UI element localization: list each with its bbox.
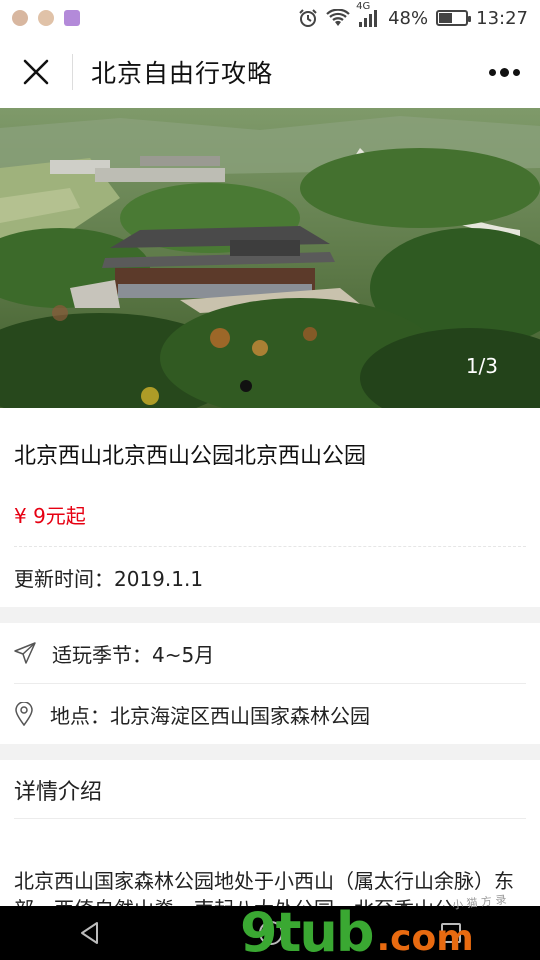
more-icon-dot xyxy=(512,68,520,76)
price: ¥ 9元起 xyxy=(14,504,86,528)
location-pin-icon xyxy=(15,702,33,726)
wifi-icon xyxy=(326,9,350,26)
more-icon-dot xyxy=(499,67,509,77)
image-counter: 1/3 xyxy=(465,354,498,378)
app-notification-icon xyxy=(12,10,28,26)
gallery-notification-icon xyxy=(64,10,80,26)
page-title: 北京自由行攻略 xyxy=(91,59,274,88)
close-button[interactable] xyxy=(0,36,72,108)
status-bar: 4G 48% 13:27 xyxy=(0,0,540,36)
update-time: 更新时间：2019.1.1 xyxy=(14,547,526,607)
nav-divider xyxy=(72,54,73,90)
section-gap xyxy=(0,607,540,623)
network-type: 4G xyxy=(356,1,371,12)
notification-icons xyxy=(12,10,80,26)
section-gap xyxy=(0,744,540,760)
spot-summary: 北京西山北京西山公园北京西山公园 ¥ 9元起 更新时间：2019.1.1 xyxy=(0,408,540,607)
cell-signal: 4G xyxy=(356,1,380,27)
location-label: 地点： xyxy=(50,703,110,728)
close-icon xyxy=(23,59,49,85)
detail-section: 详情介绍 北京西山国家森林公园地处于小西山（属太行山余脉）东部，西倚自然山脊，南… xyxy=(0,760,540,923)
location-value: 北京海淀区西山国家森林公园 xyxy=(110,703,370,728)
nav-bar: 北京自由行攻略 xyxy=(0,36,540,108)
spot-title: 北京西山北京西山公园北京西山公园 xyxy=(14,444,367,469)
season-label: 适玩季节： xyxy=(52,642,152,667)
recents-icon[interactable] xyxy=(439,921,463,945)
battery-icon xyxy=(436,10,472,26)
battery-percent: 48% xyxy=(388,7,429,29)
home-icon[interactable] xyxy=(257,919,285,947)
more-icon-dot xyxy=(488,68,496,76)
season-row: 适玩季节： 4~5月 xyxy=(14,623,526,683)
paper-plane-icon xyxy=(14,642,36,664)
update-label: 更新时间： xyxy=(14,567,114,591)
detail-title: 详情介绍 xyxy=(14,780,103,805)
main-content: 北京西山北京西山公园北京西山公园 ¥ 9元起 更新时间：2019.1.1 适玩季… xyxy=(0,408,540,923)
clock: 13:27 xyxy=(476,7,528,29)
location-row[interactable]: 地点： 北京海淀区西山国家森林公园 xyxy=(14,684,526,744)
system-nav-bar xyxy=(0,906,540,960)
update-value: 2019.1.1 xyxy=(114,567,204,591)
park-photo xyxy=(0,108,540,408)
back-icon[interactable] xyxy=(77,920,103,946)
hero-image-carousel[interactable]: 1/3 xyxy=(0,108,540,408)
chat-notification-icon xyxy=(38,10,54,26)
more-button[interactable] xyxy=(488,56,520,88)
alarm-icon xyxy=(299,9,317,27)
info-section: 适玩季节： 4~5月 地点： 北京海淀区西山国家森林公园 xyxy=(0,623,540,744)
season-value: 4~5月 xyxy=(152,642,215,667)
battery-level xyxy=(439,13,452,23)
status-indicators: 4G 48% 13:27 xyxy=(298,1,528,29)
